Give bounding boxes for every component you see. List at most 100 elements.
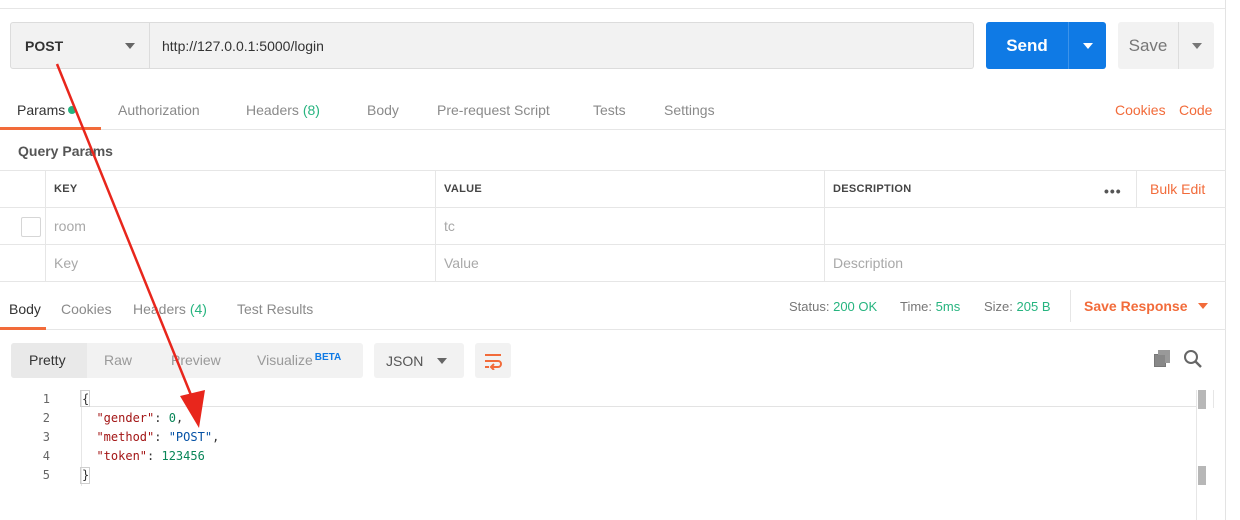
- line-number: 3: [42, 430, 50, 444]
- json-value: 0: [168, 411, 176, 425]
- chevron-down-icon: [1197, 303, 1208, 309]
- json-sep: :: [147, 449, 162, 463]
- key-input[interactable]: Key: [45, 245, 435, 281]
- column-header-value: VALUE: [435, 171, 824, 207]
- scrollbar-track: [1213, 390, 1214, 408]
- tab-headers-label: Headers: [246, 102, 299, 118]
- active-dot-icon: [68, 106, 77, 114]
- json-sep: :: [154, 411, 169, 425]
- save-response-label: Save Response: [1084, 298, 1188, 314]
- column-header-description: DESCRIPTION: [824, 171, 1094, 207]
- json-key: "method": [96, 430, 155, 444]
- more-options-icon[interactable]: •••: [1104, 183, 1122, 199]
- response-headers-count: (4): [189, 301, 207, 317]
- table-header-row: KEY VALUE DESCRIPTION ••• Bulk Edit: [0, 170, 1226, 207]
- response-tab-cookies[interactable]: Cookies: [61, 301, 112, 317]
- view-mode-group: Pretty Raw Preview Visualize BETA: [11, 343, 363, 378]
- param-value-cell[interactable]: tc: [435, 208, 824, 244]
- json-sep: :: [154, 430, 169, 444]
- current-line-highlight: [80, 406, 1196, 407]
- size-value: 205 B: [1016, 299, 1051, 314]
- active-response-tab-indicator: [0, 327, 46, 330]
- url-input[interactable]: [150, 22, 974, 69]
- param-description-cell[interactable]: [824, 208, 1226, 244]
- beta-badge: BETA: [314, 352, 342, 363]
- response-tab-body[interactable]: Body: [9, 301, 41, 317]
- json-key: "token": [96, 449, 148, 463]
- response-tab-headers-label: Headers: [133, 301, 186, 317]
- param-key-cell[interactable]: room: [45, 208, 435, 244]
- chevron-down-icon: [437, 358, 447, 364]
- send-button[interactable]: Send: [986, 22, 1106, 69]
- json-comma: ,: [212, 430, 220, 444]
- wrap-lines-icon: [485, 353, 502, 370]
- line-number: 4: [42, 449, 50, 463]
- send-label: Send: [1006, 35, 1048, 55]
- json-key: "gender": [96, 411, 155, 425]
- save-dropdown[interactable]: [1179, 42, 1214, 49]
- line-number: 5: [42, 468, 50, 482]
- view-pretty-button[interactable]: Pretty: [29, 352, 66, 368]
- format-select[interactable]: JSON: [374, 343, 464, 378]
- query-params-title: Query Params: [18, 143, 113, 159]
- code-line: "gender": 0,: [82, 411, 183, 425]
- format-label: JSON: [386, 352, 424, 369]
- code-line: "method": "POST",: [82, 430, 219, 444]
- code-line: }: [82, 468, 90, 482]
- table-row-new: Key Value Description: [0, 244, 1226, 281]
- scrollbar-thumb[interactable]: [1198, 466, 1206, 485]
- tab-body[interactable]: Body: [367, 102, 399, 118]
- search-icon[interactable]: [1183, 349, 1203, 374]
- response-tab-headers[interactable]: Headers (4): [133, 301, 207, 317]
- method-label: POST: [25, 37, 64, 54]
- status-readout: Status: 200 OK: [789, 299, 877, 314]
- description-input[interactable]: Description: [824, 245, 1226, 281]
- code-link[interactable]: Code: [1179, 102, 1212, 118]
- view-preview-button[interactable]: Preview: [171, 352, 221, 368]
- response-tabs: Body Cookies Headers (4) Test Results St…: [0, 281, 1226, 330]
- tab-params-label: Params: [17, 102, 66, 118]
- response-tab-test-results[interactable]: Test Results: [237, 301, 313, 317]
- column-header-key: KEY: [45, 171, 435, 207]
- tab-headers[interactable]: Headers (8): [246, 102, 320, 118]
- top-divider: [0, 8, 1226, 9]
- tab-headers-count: (8): [302, 102, 320, 118]
- table-row: room tc: [0, 207, 1226, 244]
- scrollbar-track: [1196, 390, 1197, 520]
- code-line: {: [82, 392, 90, 406]
- chevron-down-icon: [1191, 42, 1202, 49]
- row-checkbox[interactable]: [21, 217, 41, 237]
- status-label: Status:: [789, 299, 830, 314]
- active-tab-indicator: [0, 127, 101, 130]
- tab-authorization[interactable]: Authorization: [118, 102, 200, 118]
- time-readout: Time: 5ms: [900, 299, 960, 314]
- send-dropdown[interactable]: [1069, 42, 1106, 49]
- line-number: 2: [42, 411, 50, 425]
- tab-params[interactable]: Params: [17, 102, 77, 118]
- json-value: "POST": [168, 430, 213, 444]
- cookies-link[interactable]: Cookies: [1115, 102, 1166, 118]
- save-response-button[interactable]: Save Response: [1070, 290, 1208, 322]
- chevron-down-icon: [125, 43, 135, 49]
- size-label: Size:: [984, 299, 1013, 314]
- visualize-label: Visualize: [257, 352, 313, 368]
- copy-icon[interactable]: [1152, 349, 1172, 374]
- chevron-down-icon: [1082, 42, 1093, 49]
- bulk-edit-link[interactable]: Bulk Edit: [1136, 171, 1205, 207]
- tab-tests[interactable]: Tests: [593, 102, 626, 118]
- save-button[interactable]: Save: [1118, 22, 1214, 69]
- time-label: Time:: [900, 299, 933, 314]
- line-number: 1: [42, 392, 50, 406]
- view-visualize-button[interactable]: Visualize BETA: [257, 352, 341, 368]
- request-tabs: Params Authorization Headers (8) Body Pr…: [0, 90, 1226, 130]
- method-select[interactable]: POST: [10, 22, 150, 69]
- tab-settings[interactable]: Settings: [664, 102, 715, 118]
- scrollbar-thumb[interactable]: [1198, 390, 1206, 409]
- save-label: Save: [1128, 35, 1168, 55]
- time-value: 5ms: [935, 299, 961, 314]
- wrap-lines-button[interactable]: [475, 343, 511, 378]
- tab-prerequest-script[interactable]: Pre-request Script: [437, 102, 550, 118]
- code-line: "token": 123456: [82, 449, 204, 463]
- value-input[interactable]: Value: [435, 245, 824, 281]
- view-raw-button[interactable]: Raw: [104, 352, 132, 368]
